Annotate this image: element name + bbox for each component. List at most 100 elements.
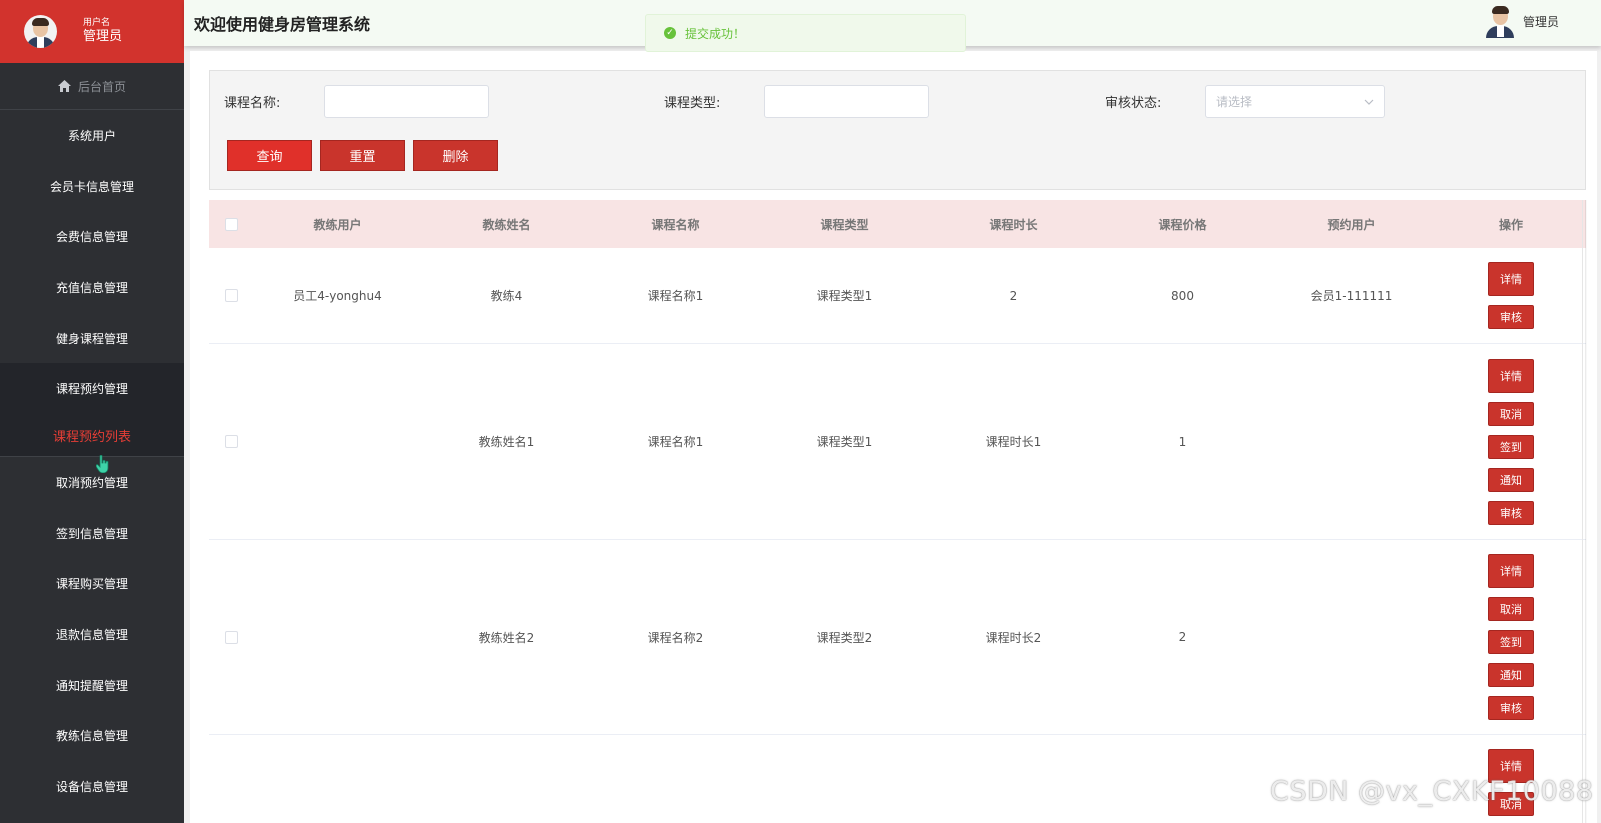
reset-button[interactable]: 重置 — [320, 140, 405, 171]
sidebar-item[interactable]: 设备信息管理 — [0, 761, 184, 812]
row-checkbox[interactable] — [224, 630, 238, 644]
sidebar: 用户名 管理员 后台首页 系统用户会员卡信息管理 会费信息管理 充值信息管理健身课程… — [0, 0, 184, 823]
cell-duration: 2 — [1009, 288, 1018, 303]
row-select-cell — [209, 435, 253, 448]
sidebar-item[interactable]: 取消预约管理 — [0, 457, 184, 508]
select-all-cell — [209, 217, 253, 231]
username-label: 用户名 — [83, 18, 111, 29]
sidebar-item-label: 通知提醒管理 — [55, 678, 128, 693]
detail-button[interactable]: 详情 — [1488, 262, 1534, 296]
cell-course-type: 课程类型2 — [816, 630, 873, 645]
notify-button[interactable]: 通知 — [1488, 663, 1534, 687]
sidebar-item-label: 课程购买管理 — [55, 577, 128, 592]
sidebar-item-booking-management[interactable]: 课程预约管理 — [0, 363, 184, 415]
cell-course-name: 课程名称1 — [647, 289, 704, 303]
header-member: 预约用户 — [1327, 217, 1376, 232]
detail-button[interactable]: 详情 — [1488, 358, 1534, 393]
sidebar-item-label: 签到信息管理 — [55, 526, 128, 541]
sidebar-item[interactable]: 教练信息管理 — [0, 711, 184, 762]
page-title: 欢迎使用健身房管理系统 — [194, 15, 371, 34]
search-panel: 课程名称: 课程类型: 审核状态: 请选择 查询 重置 删除 — [209, 70, 1586, 190]
chevron-down-icon — [1364, 99, 1374, 105]
sidebar-item[interactable]: 系统用户 — [0, 110, 184, 161]
sidebar-item[interactable]: 健身课程管理 — [0, 313, 184, 364]
header-avatar — [1485, 4, 1515, 38]
cell-price: 2 — [1178, 630, 1187, 644]
table-header: 教练用户 教练姓名 课程名称 课程类型 课程时长 课程价格 预约用户 操作 — [209, 200, 1586, 248]
audit-status-label: 审核状态: — [1105, 96, 1162, 111]
header-coach-name: 教练姓名 — [482, 217, 531, 232]
course-type-filter: 课程类型: — [664, 85, 929, 118]
sidebar-item-label: 充值信息管理 — [55, 280, 128, 295]
watermark: CSDN @vx_CXKF10088 — [1270, 776, 1594, 807]
cancel-button[interactable]: 取消 — [1488, 597, 1534, 621]
home-icon — [57, 80, 71, 92]
checkin-button[interactable]: 签到 — [1488, 630, 1534, 654]
select-placeholder: 请选择 — [1216, 95, 1253, 109]
sidebar-item[interactable]: 充值信息管理 — [0, 262, 184, 313]
sidebar-subitem-booking-list[interactable]: 课程预约列表 — [0, 414, 184, 458]
cell-course-type: 课程类型1 — [816, 289, 873, 303]
main-content: 课程名称: 课程类型: 审核状态: 请选择 查询 重置 删除 教练用户 教练姓名… — [190, 51, 1597, 823]
detail-button[interactable]: 详情 — [1488, 554, 1534, 588]
toast-message: 提交成功！ — [685, 26, 746, 41]
header-actions: 操作 — [1498, 217, 1523, 232]
search-buttons: 查询 重置 删除 — [227, 140, 498, 171]
header-coach-user: 教练用户 — [313, 217, 362, 232]
success-toast: ✓ 提交成功！ — [645, 14, 966, 52]
cell-course-name: 课程名称1 — [647, 435, 704, 449]
audit-button[interactable]: 审核 — [1488, 500, 1534, 525]
header-duration: 课程时长 — [989, 217, 1038, 232]
select-all-checkbox[interactable] — [224, 217, 238, 231]
cell-coach-user: 员工4-yonghu4 — [293, 289, 382, 303]
sidebar-item[interactable]: 退款信息管理 — [0, 609, 184, 660]
user-role: 管理员 — [83, 29, 123, 45]
sidebar-item[interactable]: 会费信息管理 — [0, 211, 184, 262]
cell-price: 1 — [1178, 434, 1187, 449]
course-name-input[interactable] — [324, 85, 489, 118]
row-select-cell — [209, 630, 253, 644]
sidebar-item[interactable]: 课程购买管理 — [0, 559, 184, 610]
cell-coach-name: 教练姓名1 — [478, 435, 535, 449]
row-actions: 详情 审核 — [1436, 262, 1586, 329]
check-circle-icon: ✓ — [664, 27, 676, 39]
sidebar-item[interactable]: 签到信息管理 — [0, 508, 184, 559]
audit-status-filter: 审核状态: 请选择 — [1105, 85, 1385, 118]
audit-button[interactable]: 审核 — [1488, 696, 1534, 720]
course-type-input[interactable] — [764, 85, 929, 118]
sidebar-item[interactable]: 会员卡信息管理 — [0, 161, 184, 212]
table-row: 教练姓名2 课程名称2 课程类型2 课程时长2 2 详情 取消 签到 通知 审核 — [209, 540, 1586, 735]
checkin-button[interactable]: 签到 — [1488, 434, 1534, 459]
cancel-button[interactable]: 取消 — [1488, 401, 1534, 426]
table-row: 教练姓名1 课程名称1 课程类型1 课程时长1 1 详情 取消 签到 通知 审核 — [209, 344, 1586, 540]
course-name-label: 课程名称: — [224, 96, 281, 111]
notify-button[interactable]: 通知 — [1488, 467, 1534, 492]
avatar — [24, 15, 57, 48]
query-button[interactable]: 查询 — [227, 140, 312, 171]
sidebar-item-label: 系统用户 — [67, 128, 116, 143]
sidebar-item-label: 课程预约管理 — [55, 382, 128, 397]
sidebar-item-label: 教练信息管理 — [55, 729, 128, 744]
sidebar-item-label: 会员卡信息管理 — [49, 179, 134, 194]
sidebar-item[interactable]: 通知提醒管理 — [0, 660, 184, 711]
audit-status-select[interactable]: 请选择 — [1205, 85, 1385, 118]
row-checkbox[interactable] — [224, 435, 238, 448]
audit-button[interactable]: 审核 — [1488, 305, 1534, 329]
cell-member: 会员1-111111 — [1310, 289, 1393, 303]
cell-coach-name: 教练4 — [490, 289, 523, 303]
delete-button[interactable]: 删除 — [413, 140, 498, 171]
header-username: 管理员 — [1522, 14, 1559, 29]
sidebar-item-label: 退款信息管理 — [55, 628, 128, 643]
row-select-cell — [209, 289, 253, 302]
sidebar-user-info: 用户名 管理员 — [83, 18, 122, 44]
sidebar-item-label: 会费信息管理 — [55, 230, 128, 245]
row-checkbox[interactable] — [224, 289, 238, 302]
hand-cursor-icon — [96, 455, 109, 473]
sidebar-item-label: 设备信息管理 — [55, 780, 128, 795]
sidebar-item-home[interactable]: 后台首页 — [0, 63, 184, 110]
cell-duration: 课程时长1 — [985, 435, 1042, 449]
sidebar-item-label: 课程预约列表 — [52, 429, 131, 445]
header-user[interactable]: 管理员 — [1485, 4, 1559, 38]
sidebar-header: 用户名 管理员 — [0, 0, 184, 63]
booking-table: 教练用户 教练姓名 课程名称 课程类型 课程时长 课程价格 预约用户 操作 员工… — [209, 200, 1586, 823]
